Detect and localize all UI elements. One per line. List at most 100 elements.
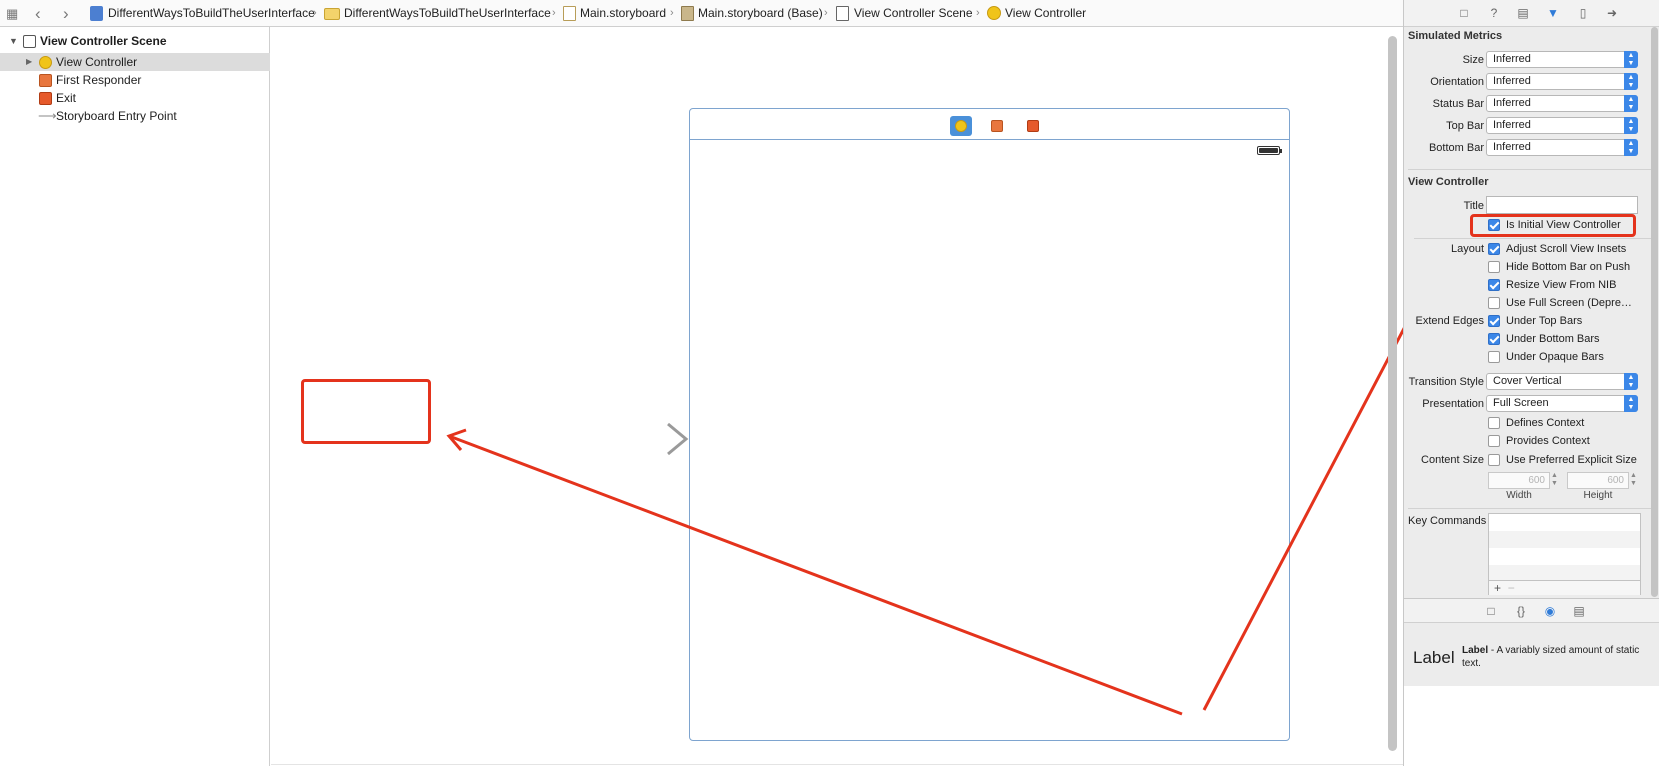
content-size-label: Content Size (1421, 454, 1484, 466)
height-field[interactable]: 600 (1567, 472, 1629, 489)
checkbox-checked-icon (1488, 333, 1500, 345)
checkbox-label: Adjust Scroll View Insets (1506, 243, 1627, 255)
canvas-bottom-divider (271, 764, 1403, 765)
bottom-bar-popup[interactable]: Inferred ▲ ▼ (1486, 139, 1638, 156)
inspector-tabs: □ ? ▤ ▼ ▯ ➜ (1404, 0, 1659, 27)
presentation-popup[interactable]: Full Screen ▲ ▼ (1486, 395, 1638, 412)
outline-item-first-responder[interactable]: First Responder (0, 71, 270, 89)
label-item-icon: Label (1413, 648, 1455, 667)
document-outline: ▼ View Controller Scene ▶ View Controlle… (0, 27, 270, 766)
attributes-inspector-icon[interactable]: ▼ (1546, 6, 1560, 20)
layout-label: Layout (1450, 243, 1484, 255)
breadcrumb-item-folder[interactable]: DifferentWaysToBuildTheUserInterface (344, 0, 551, 27)
popup-arrows-icon: ▲ ▼ (1624, 73, 1638, 90)
library-item-desc: - A variably sized amount of static text… (1462, 645, 1640, 669)
inspector-scrollbar[interactable] (1651, 27, 1658, 597)
disclosure-open-icon[interactable]: ▼ (9, 32, 18, 50)
checkbox-unchecked-icon (1488, 297, 1500, 309)
bottom-bar-label: Bottom Bar (1428, 142, 1484, 154)
project-file-icon (90, 6, 103, 21)
breadcrumb-item-view-controller[interactable]: View Controller (1005, 0, 1086, 27)
related-items-icon[interactable]: ▦ (6, 0, 18, 27)
first-responder-icon (39, 74, 52, 87)
transition-style-label: Transition Style (1408, 376, 1484, 388)
file-inspector-icon[interactable]: □ (1457, 6, 1471, 20)
exit-icon (39, 92, 52, 105)
breadcrumb-item-project[interactable]: DifferentWaysToBuildTheUserInterface (108, 0, 315, 27)
size-inspector-icon[interactable]: ▯ (1576, 6, 1590, 20)
size-value: Inferred (1493, 53, 1531, 65)
remove-icon[interactable]: − (1508, 581, 1515, 595)
stepper-icon[interactable]: ▲ ▼ (1630, 472, 1637, 488)
top-bar-popup[interactable]: Inferred ▲ ▼ (1486, 117, 1638, 134)
status-bar-value: Inferred (1493, 97, 1531, 109)
checkbox-label: Resize View From NIB (1506, 279, 1617, 291)
key-commands-table[interactable]: + − (1488, 513, 1641, 595)
outline-scene-row[interactable]: ▼ View Controller Scene (0, 32, 270, 50)
size-popup[interactable]: Inferred ▲ ▼ (1486, 51, 1638, 68)
quick-help-icon[interactable]: ? (1487, 6, 1501, 20)
popup-arrows-icon: ▲ ▼ (1624, 139, 1638, 156)
width-field[interactable]: 600 (1488, 472, 1550, 489)
popup-arrows-icon: ▲ ▼ (1624, 373, 1638, 390)
scene-icon (23, 35, 36, 48)
media-library-icon[interactable]: ▤ (1572, 604, 1586, 618)
section-divider (1408, 508, 1656, 509)
view-controller-icon (987, 6, 1001, 20)
orientation-value: Inferred (1493, 75, 1531, 87)
chevron-right-icon: › (824, 7, 828, 19)
chevron-right-icon: › (976, 7, 980, 19)
breadcrumb-item-scene[interactable]: View Controller Scene (854, 0, 973, 27)
transition-style-popup[interactable]: Cover Vertical ▲ ▼ (1486, 373, 1638, 390)
checkbox-unchecked-icon (1488, 454, 1500, 466)
outline-item-exit[interactable]: Exit (0, 89, 270, 107)
forward-icon[interactable]: › (63, 0, 69, 27)
orientation-popup[interactable]: Inferred ▲ ▼ (1486, 73, 1638, 90)
connections-inspector-icon[interactable]: ➜ (1605, 6, 1619, 20)
disclosure-closed-icon[interactable]: ▶ (26, 53, 32, 71)
view-controller-heading: View Controller (1408, 176, 1489, 188)
outline-item-label: Storyboard Entry Point (56, 109, 177, 123)
library-item-name: Label (1462, 645, 1489, 656)
identity-inspector-icon[interactable]: ▤ (1516, 6, 1530, 20)
popup-arrows-icon: ▲ ▼ (1624, 117, 1638, 134)
checkbox-label: Provides Context (1506, 435, 1590, 447)
storyboard-canvas[interactable] (271, 27, 1403, 766)
outline-item-entry-point[interactable]: ⟶ Storyboard Entry Point (0, 107, 270, 125)
storyboard-file-icon (563, 6, 576, 21)
breadcrumb-item-storyboard-base[interactable]: Main.storyboard (Base) (698, 0, 823, 27)
chevron-right-icon: › (552, 7, 556, 19)
checkbox-label: Under Bottom Bars (1506, 333, 1600, 345)
back-icon[interactable]: ‹ (35, 0, 41, 27)
checkbox-label: Under Top Bars (1506, 315, 1583, 327)
top-bar-label: Top Bar (1446, 120, 1484, 132)
checkbox-checked-icon (1488, 279, 1500, 291)
size-label: Size (1462, 54, 1484, 66)
add-icon[interactable]: + (1494, 581, 1501, 595)
checkbox-unchecked-icon (1488, 435, 1500, 447)
title-field[interactable] (1486, 196, 1638, 214)
view-controller-icon (39, 56, 52, 69)
presentation-value: Full Screen (1493, 397, 1549, 409)
code-snippet-icon[interactable]: {} (1514, 604, 1528, 618)
presentation-label: Presentation (1422, 398, 1484, 410)
breadcrumb-item-storyboard[interactable]: Main.storyboard (580, 0, 666, 27)
outline-item-label: First Responder (56, 73, 142, 87)
library-item-description: Label - A variably sized amount of stati… (1462, 644, 1654, 670)
bottom-bar-value: Inferred (1493, 141, 1531, 153)
canvas-vertical-scrollbar[interactable] (1388, 36, 1397, 751)
library-item-label[interactable]: Label Label - A variably sized amount of… (1404, 624, 1659, 686)
file-template-icon[interactable]: □ (1484, 604, 1498, 618)
status-bar-popup[interactable]: Inferred ▲ ▼ (1486, 95, 1638, 112)
library-tabs: □ {} ◉ ▤ (1404, 599, 1659, 623)
title-label: Title (1463, 200, 1484, 212)
stepper-icon[interactable]: ▲ ▼ (1551, 472, 1558, 488)
outline-item-label: View Controller (56, 55, 138, 69)
storyboard-base-icon (681, 6, 694, 21)
outline-item-view-controller[interactable]: ▶ View Controller (0, 53, 270, 71)
outline-item-label: Exit (56, 91, 77, 105)
checkbox-label: Use Preferred Explicit Size (1506, 454, 1637, 466)
object-library-icon[interactable]: ◉ (1543, 604, 1557, 618)
status-bar-label: Status Bar (1432, 98, 1484, 110)
key-commands-label: Key Commands (1408, 515, 1487, 527)
